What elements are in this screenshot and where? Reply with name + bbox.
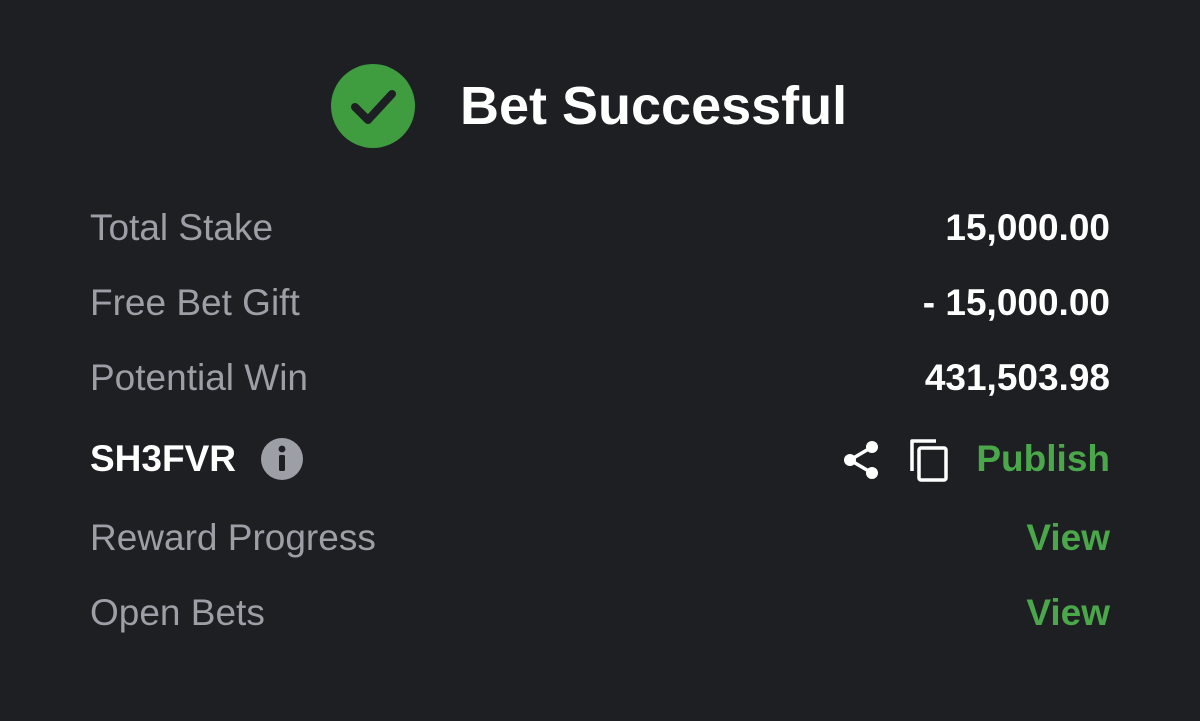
open-bets-view-link[interactable]: View [1026,585,1110,641]
publish-link[interactable]: Publish [976,431,1110,487]
copy-icon[interactable] [908,437,950,483]
free-bet-label: Free Bet Gift [90,282,300,323]
share-icon[interactable] [840,439,882,481]
open-bets-label: Open Bets [90,592,265,633]
total-stake-value: 15,000.00 [945,207,1110,248]
check-circle-icon [331,64,415,148]
reward-progress-row: Reward Progress View [90,510,1110,566]
free-bet-value: - 15,000.00 [922,282,1110,323]
info-icon[interactable] [260,437,304,481]
potential-win-value: 431,503.98 [924,357,1110,398]
reward-progress-view-link[interactable]: View [1026,510,1110,566]
page-title: Bet Successful [460,76,848,136]
booking-code-row: SH3FVR Publish [90,431,1110,487]
potential-win-row: Potential Win 431,503.98 [90,350,1110,406]
total-stake-label: Total Stake [90,207,274,248]
booking-code: SH3FVR [90,438,236,479]
open-bets-row: Open Bets View [90,585,1110,641]
reward-progress-label: Reward Progress [90,517,376,558]
free-bet-row: Free Bet Gift - 15,000.00 [90,275,1110,331]
success-header: Bet Successful [0,64,1200,148]
total-stake-row: Total Stake 15,000.00 [90,200,1110,256]
potential-win-label: Potential Win [90,357,308,398]
